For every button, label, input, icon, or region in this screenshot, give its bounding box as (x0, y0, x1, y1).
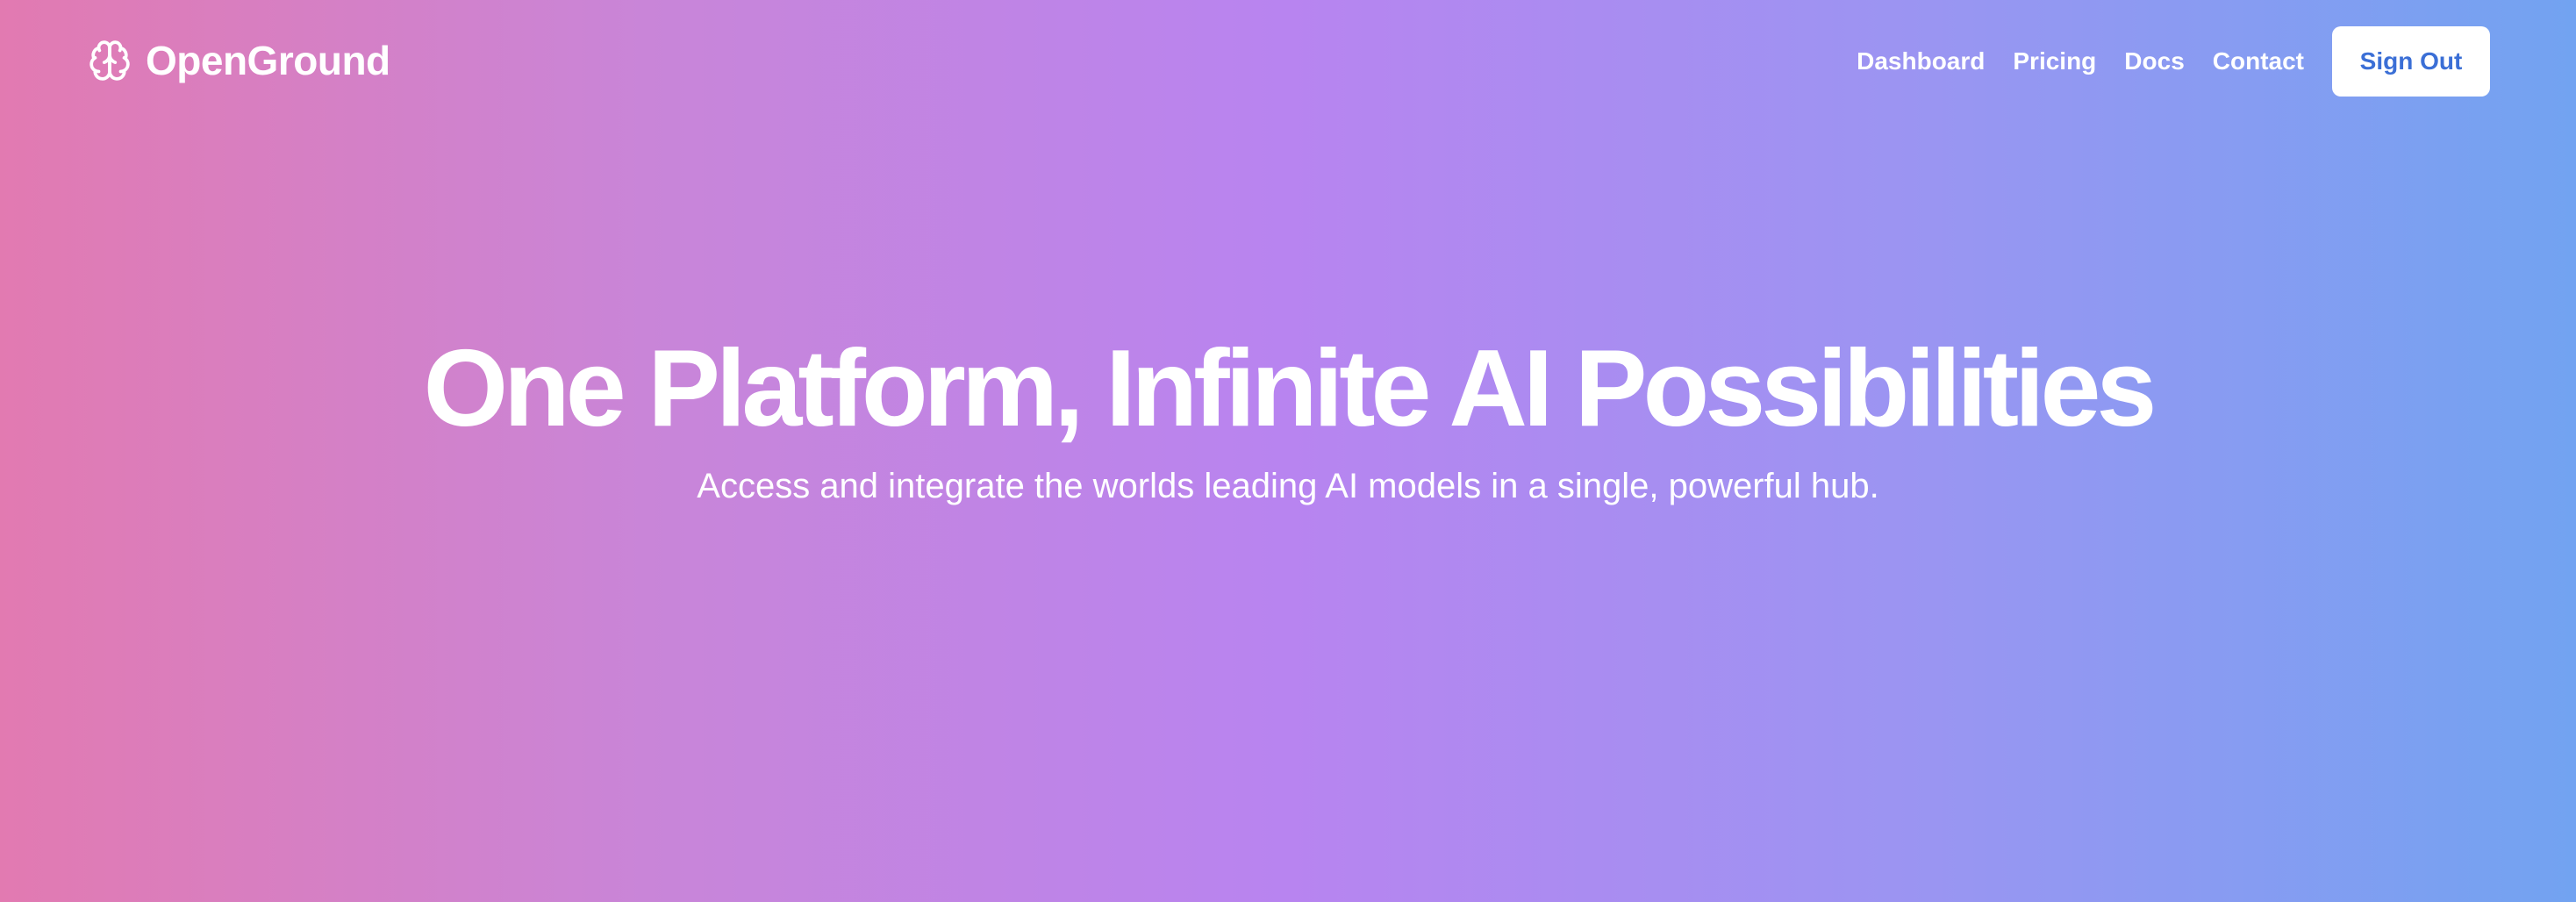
hero-subtitle: Access and integrate the worlds leading … (697, 467, 1879, 505)
nav-link-dashboard[interactable]: Dashboard (1857, 44, 1985, 79)
sign-out-button[interactable]: Sign Out (2332, 26, 2490, 97)
brain-icon (88, 39, 132, 82)
hero-title: One Platform, Infinite AI Possibilities (423, 328, 2157, 449)
landing-page: OpenGround Dashboard Pricing Docs Contac… (0, 0, 2576, 902)
site-header: OpenGround Dashboard Pricing Docs Contac… (0, 0, 2576, 123)
nav-link-docs[interactable]: Docs (2124, 44, 2184, 79)
nav-link-contact[interactable]: Contact (2213, 44, 2304, 79)
brand-name: OpenGround (146, 38, 390, 83)
nav-link-pricing[interactable]: Pricing (2013, 44, 2096, 79)
hero-section: One Platform, Infinite AI Possibilities … (0, 325, 2576, 511)
main-nav: Dashboard Pricing Docs Contact Sign Out (1857, 26, 2490, 97)
brand-logo-link[interactable]: OpenGround (88, 35, 390, 86)
